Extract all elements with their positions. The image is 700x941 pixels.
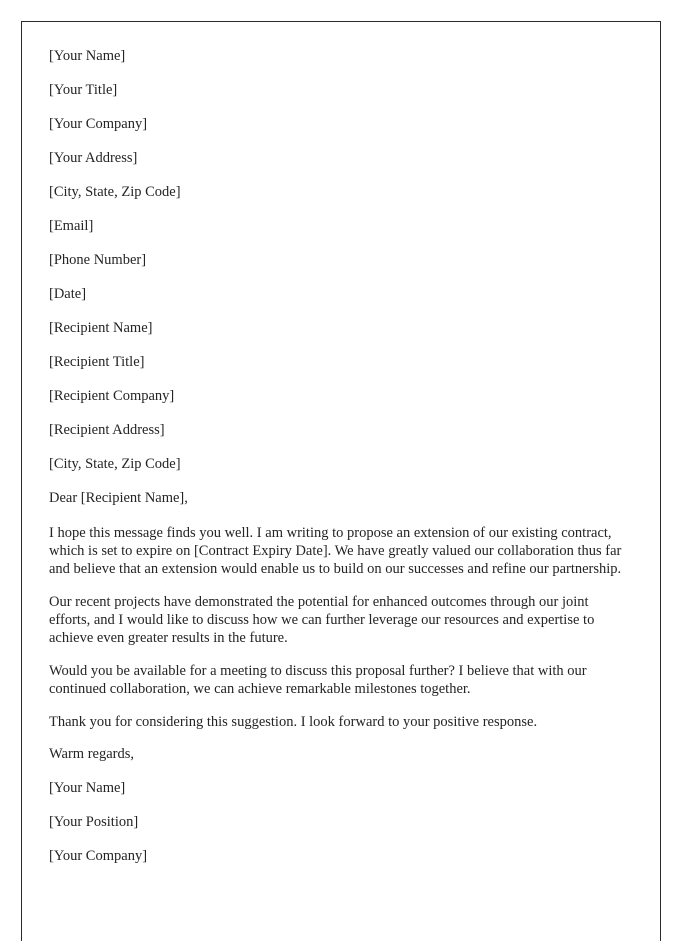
recipient-city-state-zip: [City, State, Zip Code]: [49, 456, 181, 472]
sender-city-state-zip: [City, State, Zip Code]: [49, 184, 181, 200]
date-line: [Date]: [49, 286, 87, 302]
body-paragraph: I hope this message finds you well. I am…: [49, 525, 622, 577]
sender-phone: [Phone Number]: [49, 252, 147, 268]
recipient-name: [Recipient Name]: [49, 320, 153, 336]
body-paragraph: Would you be available for a meeting to …: [49, 663, 587, 697]
signature-position: [Your Position]: [49, 814, 139, 830]
recipient-company: [Recipient Company]: [49, 388, 175, 404]
body-paragraph: Thank you for considering this suggestio…: [49, 714, 538, 730]
recipient-block: [Recipient Name] [Recipient Title] [Reci…: [49, 320, 624, 473]
sender-company: [Your Company]: [49, 116, 148, 132]
letter-page: [Your Name] [Your Title] [Your Company] …: [21, 21, 661, 941]
signature-block: [Your Name] [Your Position] [Your Compan…: [49, 780, 624, 865]
document-viewport: [Your Name] [Your Title] [Your Company] …: [0, 0, 700, 941]
sender-letterhead-block: [Your Name] [Your Title] [Your Company] …: [49, 48, 624, 269]
sender-title: [Your Title]: [49, 82, 118, 98]
sender-address: [Your Address]: [49, 150, 138, 166]
signature-name: [Your Name]: [49, 780, 126, 796]
salutation: Dear [Recipient Name],: [49, 490, 188, 506]
recipient-title: [Recipient Title]: [49, 354, 145, 370]
letter-body-paragraphs: I hope this message finds you well. I am…: [49, 524, 624, 731]
sender-name: [Your Name]: [49, 48, 126, 64]
closing-line: Warm regards,: [49, 746, 134, 762]
recipient-address: [Recipient Address]: [49, 422, 165, 438]
signature-company: [Your Company]: [49, 848, 148, 864]
letter-content: [Your Name] [Your Title] [Your Company] …: [22, 22, 660, 865]
body-paragraph: Our recent projects have demonstrated th…: [49, 594, 595, 646]
sender-email: [Email]: [49, 218, 94, 234]
